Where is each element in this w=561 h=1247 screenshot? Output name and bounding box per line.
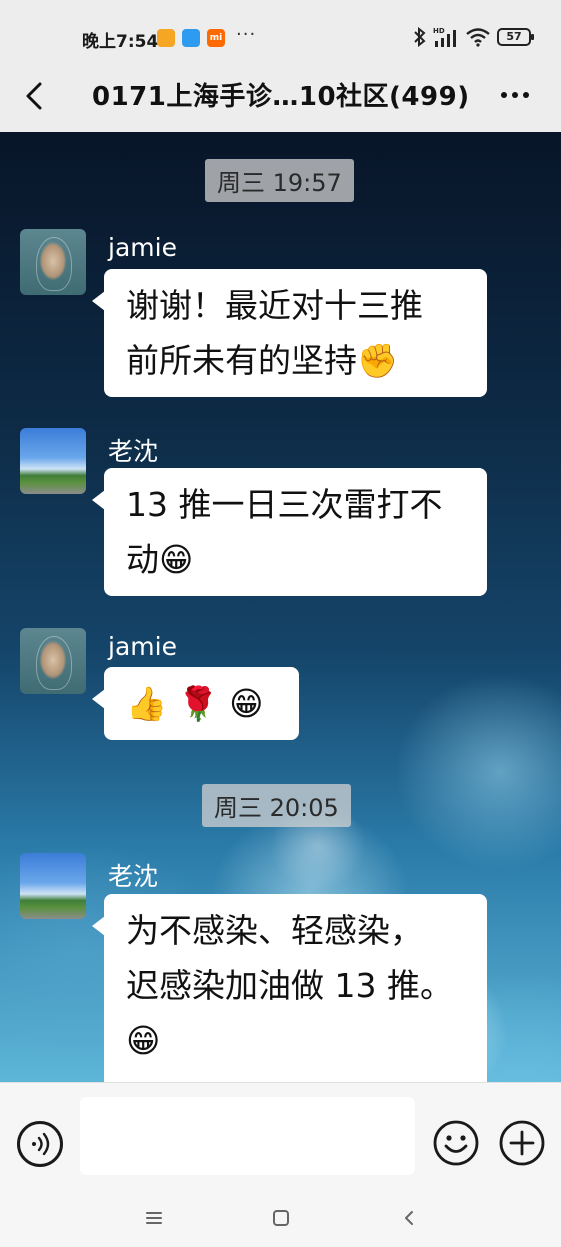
more-notifications-icon: ··· (236, 24, 257, 45)
sender-name: 老沈 (108, 437, 159, 466)
message-bubble[interactable]: 👍 🌹 😁 (92, 667, 299, 740)
system-icons: HD 57 (413, 26, 534, 48)
chat-title[interactable]: 0171上海手诊…10社区(499) (92, 76, 470, 113)
chat-header: 0171上海手诊…10社区(499) (0, 58, 561, 132)
message-text: 👍 🌹 😁 (126, 684, 264, 723)
emoji-icon[interactable] (432, 1119, 480, 1167)
wifi-icon (466, 28, 490, 47)
message-bubble[interactable]: 谢谢！最近对十三推 前所未有的坚持✊ (92, 269, 487, 397)
sender-name: jamie (108, 632, 177, 661)
back-arrow-icon[interactable] (18, 76, 52, 116)
notification-app-icon (182, 29, 200, 47)
message-bubble[interactable]: 13 推一日三次雷打不 动😁 (92, 468, 487, 596)
signal-icon: HD (433, 27, 456, 47)
message-bubble[interactable]: 为不感染、轻感染， 迟感染加油做 13 推。 😁 (92, 894, 487, 1082)
voice-icon[interactable] (17, 1121, 63, 1167)
message-text: 动😁 (126, 540, 194, 579)
battery-icon: 57 (497, 28, 534, 46)
mi-icon: mi (207, 29, 225, 47)
message-text: 谢谢！最近对十三推 (126, 286, 423, 325)
chat-messages[interactable]: 周三 19:57 jamie 谢谢！最近对十三推 前所未有的坚持✊ 老沈 13 … (0, 132, 561, 1082)
message-input[interactable] (80, 1097, 415, 1175)
avatar[interactable] (20, 229, 86, 295)
avatar[interactable] (20, 628, 86, 694)
message-text: 为不感染、轻感染， (126, 911, 423, 950)
menu-icon[interactable] (142, 1206, 166, 1230)
message-text: 😁 (126, 1021, 161, 1060)
avatar[interactable] (20, 853, 86, 919)
notification-app-icon (157, 29, 175, 47)
timestamp-chip: 周三 19:57 (205, 159, 354, 202)
bluetooth-icon (414, 27, 426, 47)
home-icon[interactable] (269, 1206, 293, 1230)
sender-name: 老沈 (108, 862, 159, 891)
message-text: 前所未有的坚持✊ (126, 341, 399, 380)
more-dots-icon[interactable] (497, 80, 533, 110)
system-nav-bar (0, 1192, 561, 1247)
message-text: 迟感染加油做 13 推。 (126, 966, 453, 1005)
plus-icon[interactable] (498, 1119, 546, 1167)
back-icon[interactable] (397, 1206, 421, 1230)
input-bar (0, 1082, 561, 1192)
message-text: 13 推一日三次雷打不 (126, 485, 443, 524)
network-label: HD (433, 27, 445, 35)
status-time: 晚上7:54 (82, 32, 159, 52)
sender-name: jamie (108, 233, 177, 262)
timestamp-chip: 周三 20:05 (202, 784, 351, 827)
avatar[interactable] (20, 428, 86, 494)
